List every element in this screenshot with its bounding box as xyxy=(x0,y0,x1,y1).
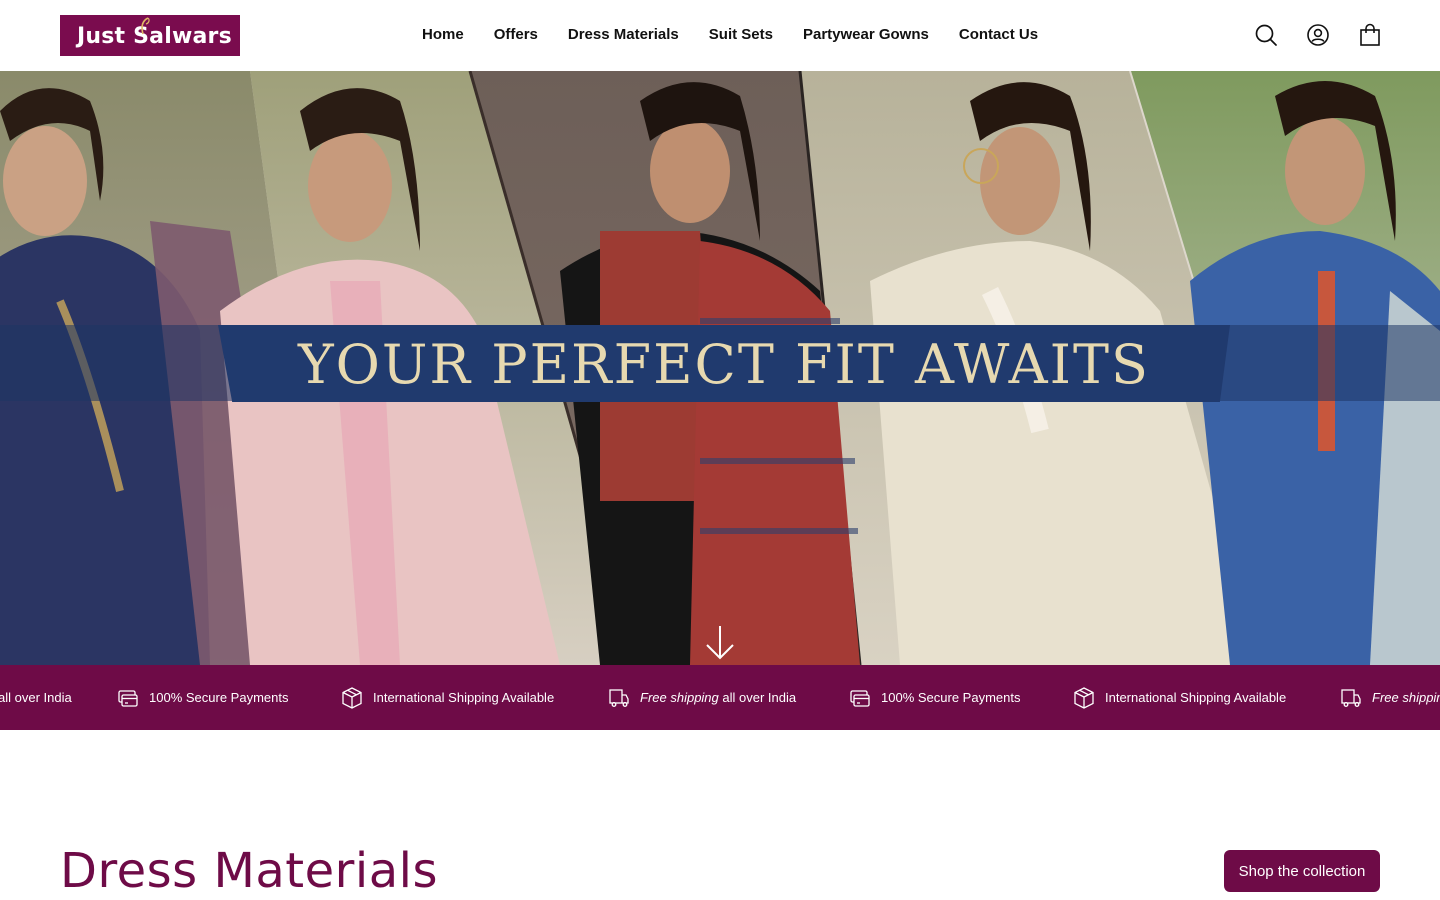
truck-icon xyxy=(609,688,629,707)
marquee-text: International Shipping Available xyxy=(373,690,555,705)
nav-home[interactable]: Home xyxy=(407,24,479,46)
marquee-text: all over India xyxy=(718,690,797,705)
site-header: Just Salwars Home Offers Dress Materials… xyxy=(0,0,1440,71)
marquee-emphasis: Free shipping xyxy=(640,690,719,705)
truck-icon xyxy=(1341,688,1361,707)
section-title: Dress Materials xyxy=(60,843,438,899)
cart-icon[interactable] xyxy=(1358,23,1382,47)
marquee-item: 100% Secure Payments xyxy=(116,665,288,730)
marquee-item: Free shipping all over India xyxy=(607,665,796,730)
nav-contact-us[interactable]: Contact Us xyxy=(944,24,1053,46)
box-icon xyxy=(342,686,362,709)
marquee-text: 100% Secure Payments xyxy=(149,690,289,705)
main-nav: Home Offers Dress Materials Suit Sets Pa… xyxy=(407,24,1053,46)
hero-tagline-banner: YOUR PERFECT FIT AWAITS xyxy=(218,325,1230,402)
marquee-item: 100% Secure Payments xyxy=(848,665,1020,730)
arrow-down-icon[interactable] xyxy=(704,624,736,662)
trust-marquee: all over India 100% Secure Payments Inte… xyxy=(0,665,1440,730)
logo-text: Just Salwars xyxy=(77,24,232,49)
marquee-item: all over India xyxy=(0,665,72,730)
box-icon xyxy=(1074,686,1094,709)
hero-banner[interactable]: YOUR PERFECT FIT AWAITS xyxy=(0,71,1440,665)
marquee-item: International Shipping Available xyxy=(1072,665,1286,730)
marquee-text: International Shipping Available xyxy=(1105,690,1287,705)
marquee-emphasis: Free shippin xyxy=(1372,690,1440,705)
peacock-feather-icon xyxy=(141,17,150,35)
site-logo[interactable]: Just Salwars xyxy=(60,15,240,56)
card-icon xyxy=(118,689,138,707)
marquee-item: Free shippin xyxy=(1339,665,1440,730)
header-actions xyxy=(1254,23,1382,47)
marquee-text: 100% Secure Payments xyxy=(881,690,1021,705)
hero-tagline: YOUR PERFECT FIT AWAITS xyxy=(298,333,1150,396)
nav-suit-sets[interactable]: Suit Sets xyxy=(694,24,788,46)
card-icon xyxy=(850,689,870,707)
marquee-item: International Shipping Available xyxy=(340,665,554,730)
account-icon[interactable] xyxy=(1306,23,1330,47)
marquee-text: all over India xyxy=(0,690,72,705)
nav-offers[interactable]: Offers xyxy=(479,24,553,46)
search-icon[interactable] xyxy=(1254,23,1278,47)
nav-dress-materials[interactable]: Dress Materials xyxy=(553,24,694,46)
shop-collection-button[interactable]: Shop the collection xyxy=(1224,850,1380,892)
nav-partywear-gowns[interactable]: Partywear Gowns xyxy=(788,24,944,46)
